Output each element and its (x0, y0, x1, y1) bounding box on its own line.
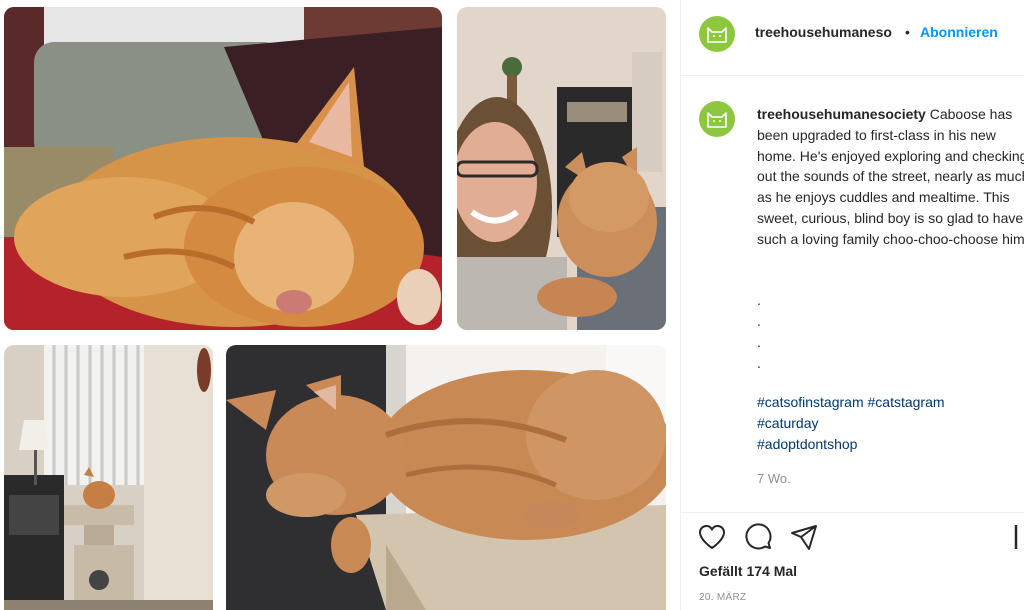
hashtag-link[interactable]: #caturday (757, 415, 818, 431)
post-date: 20. MÄRZ (699, 592, 747, 603)
caption-username[interactable]: treehousehumanesociety (757, 106, 926, 122)
post-details-panel: treehousehumaneso • Abonnieren treehouse… (681, 0, 1024, 610)
comment-bubble-icon[interactable] (743, 522, 773, 552)
header-dot-separator: • (905, 24, 910, 40)
paper-plane-icon[interactable] (789, 522, 819, 552)
post-image[interactable] (0, 0, 680, 610)
header-username[interactable]: treehousehumaneso (755, 24, 892, 40)
hashtag-link[interactable]: #adoptdontshop (757, 436, 857, 452)
cat-logo-icon[interactable] (699, 101, 735, 137)
photo-sleeping-cat (4, 7, 442, 330)
post-caption: treehousehumanesociety Caboose has been … (757, 104, 1024, 250)
caption-text: Caboose has been upgraded to first-class… (757, 106, 1024, 247)
heart-icon[interactable] (697, 522, 727, 552)
photo-room-cat-tree (4, 345, 213, 610)
actions-divider (681, 512, 1024, 513)
follow-button[interactable]: Abonnieren (920, 24, 998, 40)
bookmark-icon[interactable] (1013, 522, 1024, 552)
caption-dot: . (757, 334, 761, 350)
hashtag-link[interactable]: #catstagram (868, 394, 945, 410)
photo-selfie-with-cat (457, 7, 666, 330)
photo-cat-on-post (226, 345, 666, 610)
post-header: treehousehumaneso • Abonnieren (681, 0, 1024, 76)
cat-logo-icon[interactable] (699, 16, 735, 52)
relative-time[interactable]: 7 Wo. (757, 471, 791, 486)
caption-dot: . (757, 355, 761, 371)
caption-dot: . (757, 313, 761, 329)
hashtags: #catsofinstagram #catstagram #caturday #… (757, 392, 945, 454)
hashtag-link[interactable]: #catsofinstagram (757, 394, 864, 410)
caption-dot: . (757, 292, 761, 308)
likes-count[interactable]: Gefällt 174 Mal (699, 563, 797, 579)
caption-dots: . . . . (757, 290, 761, 374)
